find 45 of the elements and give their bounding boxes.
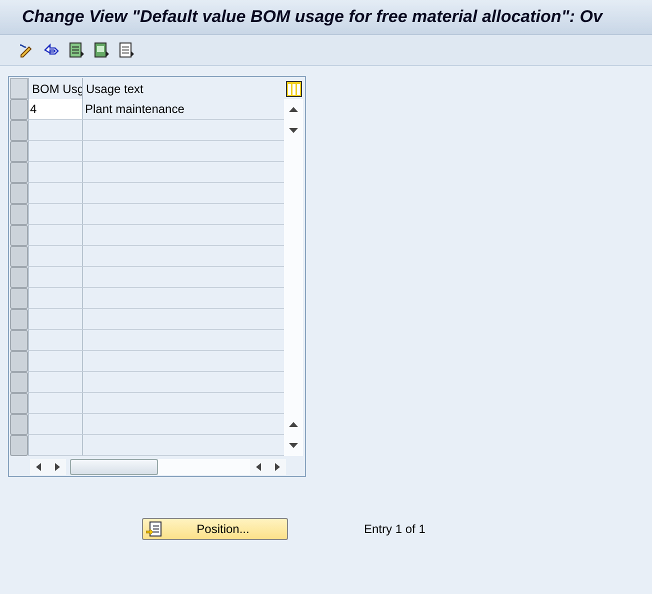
table-cell: [28, 141, 82, 162]
row-selector[interactable]: [10, 99, 28, 120]
table-cell: [28, 204, 82, 225]
table-cell: [28, 309, 82, 330]
row-selector[interactable]: [10, 162, 28, 183]
row-selector[interactable]: [10, 414, 28, 435]
input-field[interactable]: 4: [29, 99, 82, 119]
table-cell: [28, 288, 82, 309]
table-cell: [28, 414, 82, 435]
table-cell: [28, 393, 82, 414]
select-all-icon[interactable]: [68, 42, 84, 58]
pencil-icon[interactable]: [18, 42, 34, 58]
table-cell: Plant maintenance: [82, 99, 284, 120]
row-selector[interactable]: [10, 372, 28, 393]
row-selector[interactable]: [10, 204, 28, 225]
position-button[interactable]: Position...: [142, 518, 288, 540]
row-selector[interactable]: [10, 225, 28, 246]
row-selector[interactable]: [10, 183, 28, 204]
deselect-all-icon[interactable]: [118, 42, 134, 58]
row-selector[interactable]: [10, 351, 28, 372]
row-selector[interactable]: [10, 288, 28, 309]
table-cell: [28, 372, 82, 393]
table-cell: [28, 330, 82, 351]
table-settings-icon[interactable]: [286, 80, 302, 96]
select-all-rows-button[interactable]: [10, 78, 28, 99]
row-selector[interactable]: [10, 141, 28, 162]
vertical-scrollbar[interactable]: [284, 99, 303, 456]
window-title: Change View "Default value BOM usage for free material allocation": Ov: [22, 7, 602, 27]
table-cell: [28, 225, 82, 246]
row-selector[interactable]: [10, 309, 28, 330]
scrollbar-thumb[interactable]: [70, 458, 158, 474]
table-cell: [28, 162, 82, 183]
row-selector[interactable]: [10, 120, 28, 141]
table-cell: [28, 183, 82, 204]
table-cell: [28, 246, 82, 267]
row-selector[interactable]: [10, 330, 28, 351]
row-selector[interactable]: [10, 246, 28, 267]
table-cell: [28, 267, 82, 288]
table-cell: [28, 435, 82, 456]
entry-count: Entry 1 of 1: [364, 522, 426, 536]
position-icon: [146, 521, 162, 537]
row-selector[interactable]: [10, 267, 28, 288]
row-selector[interactable]: [10, 393, 28, 414]
select-block-icon[interactable]: [93, 42, 109, 58]
table-cell: [28, 351, 82, 372]
